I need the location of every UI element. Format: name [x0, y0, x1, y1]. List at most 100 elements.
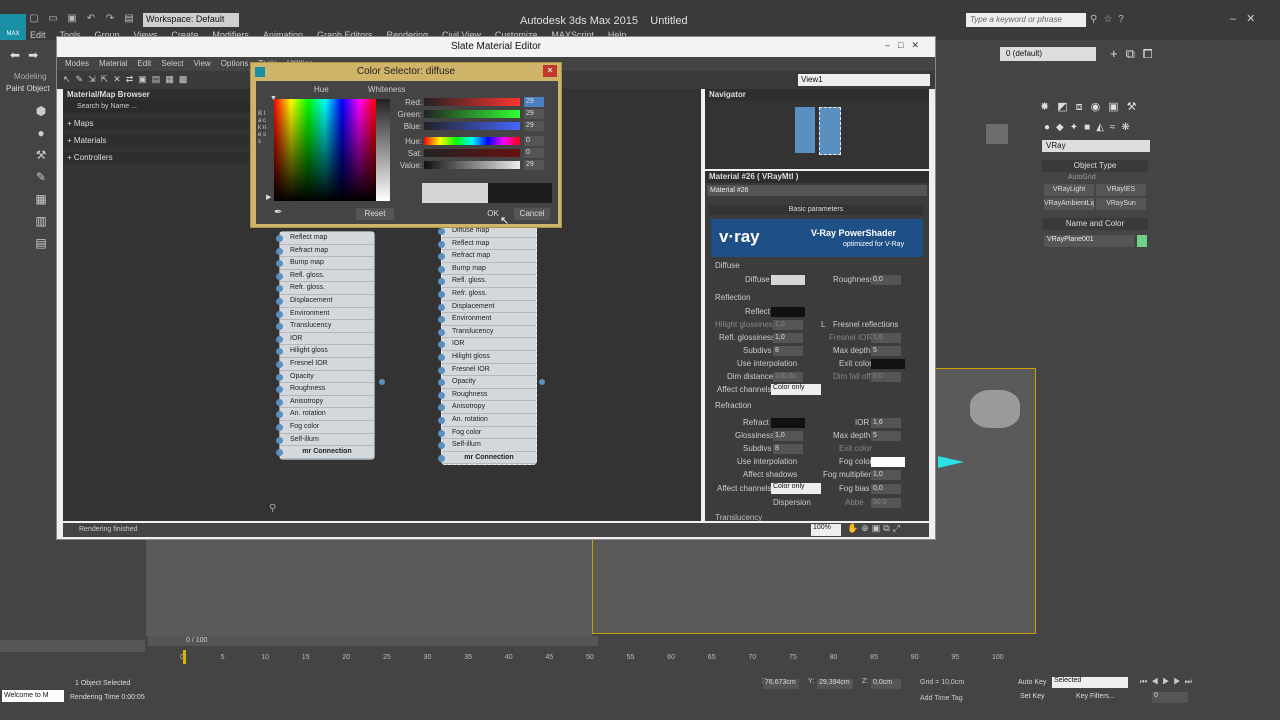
play-icon[interactable]: ▶ [1162, 677, 1173, 686]
blue-spinner[interactable]: 29 [524, 121, 544, 131]
geometry-icon[interactable]: ● [1044, 122, 1056, 133]
fog-bias-spinner[interactable]: 0,0 [871, 484, 901, 494]
object-type-header[interactable]: Object Type [1042, 160, 1148, 172]
object-color-swatch[interactable] [1137, 235, 1147, 247]
add-time-tag[interactable]: Add Time Tag [920, 695, 963, 702]
blackness-marker-icon[interactable]: ▶ [266, 193, 271, 201]
value-spinner[interactable]: 29 [524, 160, 544, 170]
new-file-icon[interactable]: ▢ [26, 13, 42, 27]
pan-icon[interactable]: ✋ [847, 523, 861, 533]
cancel-button[interactable]: Cancel [514, 208, 550, 220]
layer-dropdown[interactable]: 0 (default) [1000, 47, 1096, 61]
node-slot[interactable]: Bump map [276, 257, 374, 270]
modify-tab-icon[interactable]: ◩ [1057, 101, 1075, 113]
sme-menu-item[interactable]: Edit [137, 57, 151, 71]
node-slot[interactable]: Anisotropy [276, 395, 374, 409]
whiteness-slider[interactable] [376, 99, 390, 201]
create-tab-icon[interactable]: ✸ [1040, 101, 1057, 113]
node-slot[interactable]: Self-illum [276, 433, 374, 447]
cameras-icon[interactable]: ■ [1084, 122, 1096, 133]
open-file-icon[interactable]: ▭ [45, 13, 61, 27]
track-scroll[interactable] [0, 640, 145, 652]
brush-tool-icon[interactable]: ✎ [26, 166, 56, 188]
max-depth-spinner[interactable]: 5 [871, 346, 901, 356]
sphere-tool-icon[interactable]: ● [26, 122, 56, 144]
hilight-spinner[interactable]: 1,0 [773, 320, 803, 330]
node-slot[interactable]: Opacity [438, 376, 536, 389]
shapes-icon[interactable]: ◆ [1056, 122, 1070, 133]
polygon-tool-icon[interactable]: ⬢ [26, 100, 56, 122]
refract-swatch[interactable] [771, 418, 805, 428]
basic-params-rollout[interactable]: Basic parameters [709, 205, 923, 215]
go-start-icon[interactable]: ⏮ [1140, 677, 1151, 686]
node-slot[interactable]: Roughness [276, 383, 374, 396]
time-cursor[interactable] [183, 650, 186, 664]
node-slot[interactable]: Displacement [438, 300, 536, 314]
save-icon[interactable]: ▣ [64, 13, 80, 27]
node-slot[interactable]: IOR [276, 332, 374, 346]
node-slot[interactable]: Hilight gloss [276, 345, 374, 358]
select-icon[interactable]: ⧉ [1126, 46, 1143, 61]
node-slot[interactable]: An. rotation [276, 408, 374, 421]
layers-tool-icon[interactable]: ▤ [26, 232, 56, 254]
node-slot[interactable]: Self-illum [438, 439, 536, 452]
app-logo-icon[interactable]: MAX [0, 14, 26, 40]
next-frame-icon[interactable]: ▶ [1173, 677, 1184, 686]
node-slot[interactable]: Reflect map [276, 232, 374, 245]
reflect-swatch[interactable] [771, 307, 805, 317]
view-dropdown[interactable]: View1 [798, 74, 930, 86]
dim-falloff-spinner[interactable]: 0,0 [871, 372, 901, 382]
node-slot[interactable]: Environment [438, 313, 536, 326]
refl-gloss-spinner[interactable]: 1,0 [773, 333, 803, 343]
binoculars-nav-icon[interactable]: ⚲ [269, 503, 276, 514]
fit-icon[interactable]: ⤢ [893, 523, 903, 533]
refr-subdivs-spinner[interactable]: 8 [773, 444, 803, 454]
node-slot[interactable]: Translucency [438, 325, 536, 339]
renderer-dropdown[interactable]: VRay [1042, 140, 1150, 152]
project-icon[interactable]: ▤ [121, 13, 137, 27]
left-node-output-socket[interactable] [379, 379, 385, 385]
assign-material-icon[interactable]: ⇱ [101, 74, 114, 84]
node-slot[interactable]: Fog color [276, 420, 374, 434]
minimize-icon[interactable]: – [1230, 13, 1246, 25]
workspace-dropdown[interactable]: Workspace: Default [143, 13, 239, 27]
x-coord-field[interactable]: 76,673cm [763, 679, 799, 689]
name-color-header[interactable]: Name and Color [1042, 218, 1148, 230]
node-slot[interactable]: Refract map [276, 244, 374, 258]
close-icon[interactable]: ✕ [1246, 13, 1265, 25]
time-slider[interactable]: 0 / 100 [148, 636, 598, 646]
sat-spinner[interactable]: 0 [524, 148, 544, 158]
maxscript-listener[interactable]: Welcome to M [2, 690, 64, 702]
sme-menu-item[interactable]: Select [161, 57, 183, 71]
reset-button[interactable]: Reset [356, 208, 394, 220]
undo-arrow-icon[interactable]: ⬅ [10, 48, 28, 62]
affect-channels-dropdown[interactable]: Color only [771, 384, 821, 395]
refr-affect-channels-dropdown[interactable]: Color only [771, 483, 821, 494]
node-slot[interactable]: Refl. gloss. [276, 269, 374, 283]
node-slot[interactable]: Reflect map [438, 237, 536, 251]
red-spinner[interactable]: 29 [524, 97, 544, 107]
material-name-field[interactable]: Material #26 [707, 185, 927, 196]
layout-children-icon[interactable]: ▩ [179, 74, 193, 84]
key-filters-button[interactable]: Key Filters... [1076, 693, 1115, 700]
show-maps-icon[interactable]: ▤ [152, 74, 166, 84]
abbe-spinner[interactable]: 50,0 [871, 498, 901, 508]
go-end-icon[interactable]: ⏭ [1185, 677, 1196, 686]
diffuse-swatch[interactable] [771, 275, 805, 285]
add-icon[interactable]: + [1110, 46, 1126, 61]
object-type-button[interactable]: VRaySun [1096, 198, 1146, 210]
subdivs-spinner[interactable]: 8 [773, 346, 803, 356]
sme-menu-item[interactable]: View [194, 57, 211, 71]
grid-tool-icon[interactable]: ▦ [26, 188, 56, 210]
star-icon[interactable]: ☆ [1103, 14, 1118, 25]
redo-arrow-icon[interactable]: ➡ [28, 48, 46, 62]
object-type-button[interactable]: VRayLight [1044, 184, 1094, 196]
refr-max-depth-spinner[interactable]: 5 [871, 431, 901, 441]
move-children-icon[interactable]: ⇄ [126, 74, 139, 84]
browser-search[interactable]: Search by Name ... [63, 101, 253, 113]
lights-icon[interactable]: ✦ [1070, 122, 1084, 133]
sme-close-icon[interactable]: ✕ [911, 40, 927, 50]
node-slot[interactable]: Opacity [276, 370, 374, 384]
zoom-selected-icon[interactable]: ⧉ [883, 523, 892, 533]
sat-slider[interactable] [424, 149, 520, 157]
